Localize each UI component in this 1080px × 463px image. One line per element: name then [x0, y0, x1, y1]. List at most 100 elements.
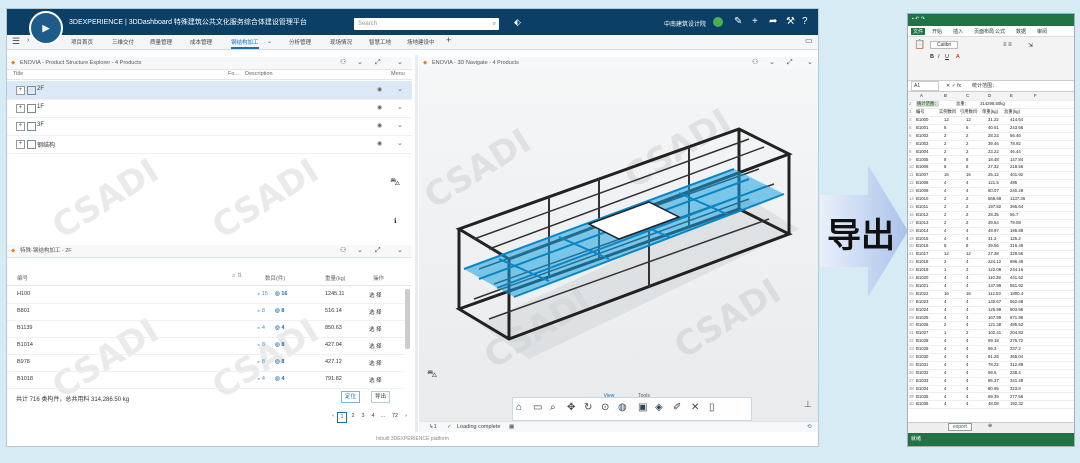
table-row[interactable]: B801 ◒ 8 ◎ 8 516.14 选 择 [7, 303, 405, 321]
expand-icon[interactable]: + [16, 86, 25, 95]
underline-icon[interactable]: U [945, 54, 949, 60]
page-next[interactable]: › [402, 412, 410, 421]
chevron-down-icon[interactable]: ⌄ [397, 139, 403, 147]
tools-icon[interactable]: ⚒ [786, 16, 795, 27]
tree-row[interactable]: +2F ◉ ⌄ [7, 81, 412, 100]
rotate-icon[interactable]: ↻ [584, 402, 592, 413]
expand-icon[interactable]: + [16, 104, 25, 113]
table-row[interactable]: B1018 ◒ 4 ◎ 4 791.82 选 择 [7, 371, 405, 389]
table-scrollbar[interactable] [405, 289, 410, 349]
select-button[interactable]: 选 择 [369, 376, 382, 384]
visibility-icon[interactable]: ◉ [377, 104, 382, 111]
page-3[interactable]: 3 [359, 412, 367, 421]
chevron-down-icon[interactable]: ⌄ [357, 57, 363, 69]
visibility-icon[interactable]: ◉ [377, 122, 382, 129]
avatar[interactable] [713, 17, 723, 27]
tree-row[interactable]: + 钢结构 ◉ ⌄ [7, 135, 412, 154]
tab-site[interactable]: 现场情况 [330, 38, 352, 46]
excel-menu-item[interactable]: 插入 [953, 28, 963, 35]
visibility-icon[interactable]: ◉ [377, 140, 382, 147]
tab-cost[interactable]: 成本管理 [190, 38, 212, 46]
search-icon[interactable]: ⌕ ⇅ [232, 273, 242, 280]
align-icon[interactable]: ≡ ≡ [1003, 42, 1012, 48]
excel-menu-item[interactable]: 审阅 [1037, 28, 1047, 35]
tab-steel-processing[interactable]: 钢结构加工 [231, 38, 259, 49]
font-color-icon[interactable]: A [956, 54, 960, 60]
formula-input[interactable]: 统计范围： [972, 81, 997, 91]
page-prev[interactable]: ‹ [329, 412, 337, 421]
chevron-down-icon[interactable]: ⌄ [397, 85, 403, 93]
chevron-down-icon[interactable]: ⌄ [397, 57, 403, 69]
table-row[interactable]: B978 ◒ 8 ◎ 8 427.12 选 择 [7, 354, 405, 372]
table-row[interactable]: H100 ◒ 15 ◎ 16 1245.11 选 择 [7, 286, 405, 304]
col-title[interactable]: Title [13, 71, 23, 77]
bold-icon[interactable]: B [930, 54, 934, 60]
help-icon[interactable]: ? [802, 16, 808, 27]
tag-edit-icon[interactable]: ✎ [734, 16, 742, 27]
steel-structure-model[interactable] [419, 69, 818, 431]
chevron-down-icon[interactable]: ⌄ [807, 57, 813, 69]
view-cube-icon[interactable]: ▣ [638, 402, 647, 413]
menu-icon[interactable]: ☰ [12, 36, 20, 47]
section-icon[interactable]: ◈ [655, 402, 663, 413]
col-weight[interactable]: 重量(kg) [325, 274, 345, 282]
export-button[interactable]: 导出 [371, 391, 391, 403]
render-icon[interactable]: ◍ [618, 402, 627, 413]
col-fo[interactable]: Fo... [228, 71, 239, 77]
grid-icon[interactable]: ▦ [509, 422, 514, 432]
share-icon[interactable]: ➦ [769, 16, 777, 27]
col-operation[interactable]: 操作 [373, 274, 384, 282]
save-icon[interactable]: ▪ ↶ ↷ [912, 16, 925, 22]
search-icon[interactable]: ⌕ [493, 18, 496, 30]
add-sheet-icon[interactable]: ⊕ [988, 423, 992, 429]
pan-icon[interactable]: ✥ [567, 402, 575, 413]
col-count[interactable]: 数目(件) [265, 274, 285, 282]
excel-menu-item[interactable]: 开始 [932, 28, 942, 35]
add-icon[interactable]: + [752, 16, 758, 27]
user-icon[interactable]: ⚇ [340, 57, 346, 69]
paste-icon[interactable]: 📋 [914, 39, 925, 50]
page-4[interactable]: 4 [369, 412, 377, 421]
tab-smart-site[interactable]: 智慧工地 [369, 38, 391, 46]
chevron-down-icon[interactable]: ⌄ [357, 245, 363, 257]
search-input[interactable]: Search ⌕ [354, 18, 499, 30]
tab-quality[interactable]: 质量管理 [150, 38, 172, 46]
panel-icon[interactable]: ▯ [709, 402, 715, 413]
select-button[interactable]: 选 择 [369, 342, 382, 350]
car-icon[interactable]: ⛍ [427, 369, 437, 382]
col-menu[interactable]: Menu [391, 71, 405, 77]
car-icon[interactable]: ⛍ [390, 177, 400, 190]
italic-icon[interactable]: I [938, 54, 940, 60]
excel-menu-item[interactable]: 页面布局 [974, 28, 994, 35]
chevron-down-icon[interactable]: ⌄ [397, 245, 403, 257]
tab-analysis[interactable]: 分析管理 [289, 38, 311, 46]
name-box[interactable]: A1 [911, 81, 939, 91]
col-description[interactable]: Description [245, 71, 273, 77]
excel-menu-item[interactable]: 公式 [995, 28, 1005, 35]
tag-icon[interactable]: ⬖ [514, 17, 521, 28]
expand-icon[interactable]: ⤢ [375, 245, 381, 257]
tab-menu-chevron-icon[interactable]: ⌄ [267, 38, 272, 45]
excel-menu-item[interactable]: 数据 [1016, 28, 1026, 35]
zoom-icon[interactable]: ⌕ [550, 402, 556, 413]
font-select[interactable]: Calibri [930, 41, 959, 49]
chevron-down-icon[interactable]: ⌄ [397, 103, 403, 111]
tree-row[interactable]: +1F ◉ ⌄ [7, 99, 412, 118]
expand-icon[interactable]: + [16, 140, 25, 149]
page-last[interactable]: 72 [390, 412, 400, 421]
select-button[interactable]: 选 择 [369, 359, 382, 367]
close-icon[interactable]: ✕ [691, 402, 699, 413]
3d-viewport[interactable]: CSADI CSADI CSADI CSADI [419, 69, 818, 431]
chevron-icon[interactable]: › [27, 37, 29, 44]
sheet-tab-export[interactable]: export [948, 423, 972, 431]
page-2[interactable]: 2 [349, 412, 357, 421]
user-icon[interactable]: ⚇ [752, 57, 758, 69]
expand-icon[interactable]: ⤢ [375, 57, 381, 69]
add-tab-icon[interactable]: + [446, 35, 451, 45]
visibility-icon[interactable]: ◉ [377, 86, 382, 93]
page-1[interactable]: 1 [337, 412, 347, 423]
excel-data-row[interactable]: 40 B1036 4 4 48.08 192.32 [908, 400, 1074, 410]
home-icon[interactable]: ⌂ [516, 402, 522, 413]
compass-icon[interactable]: ▶ [29, 11, 63, 45]
sync-icon[interactable]: ⟲ [807, 422, 812, 432]
